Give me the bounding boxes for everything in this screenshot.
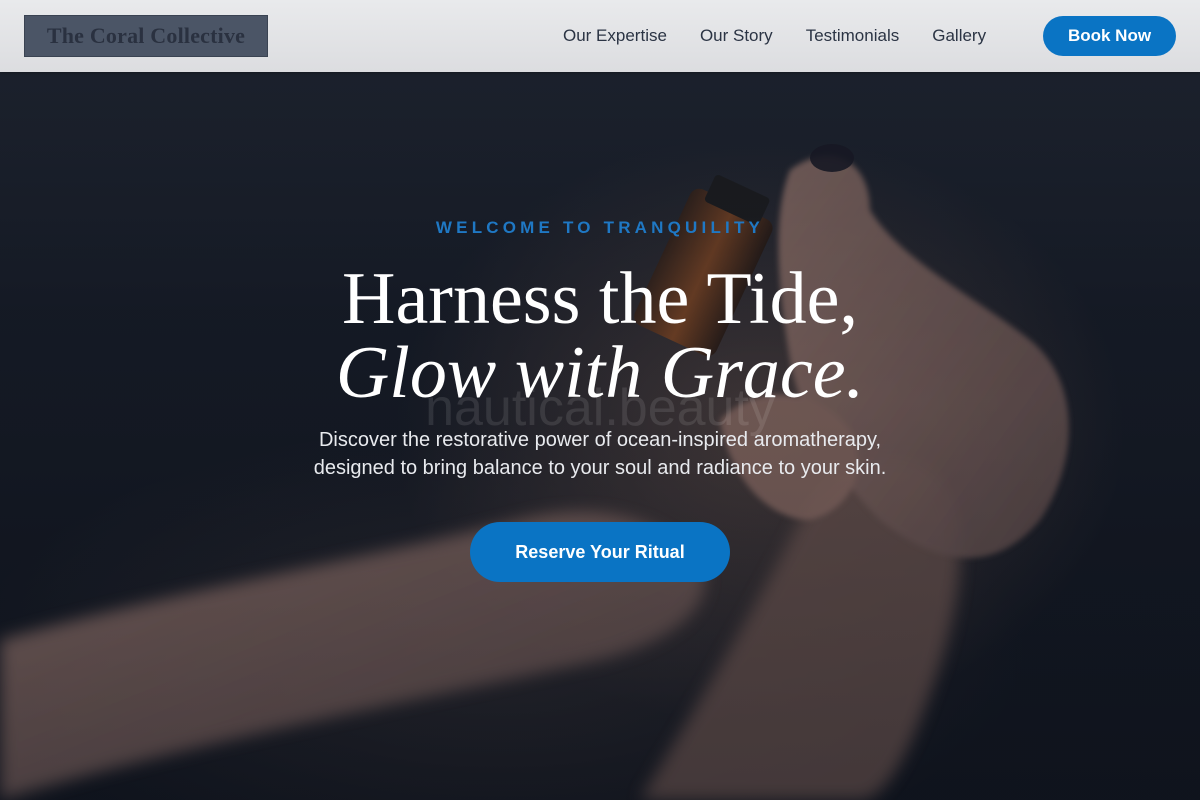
hero-headline-line2: Glow with Grace. [335, 332, 865, 414]
hero-content: WELCOME TO TRANQUILITY Harness the Tide,… [0, 0, 1200, 800]
nav-link-gallery[interactable]: Gallery [932, 26, 986, 46]
navbar: The Coral Collective Our Expertise Our S… [0, 0, 1200, 72]
hero-subtext: Discover the restorative power of ocean-… [0, 426, 1200, 482]
nav-link-testimonials[interactable]: Testimonials [806, 26, 900, 46]
hero-subtext-line2: designed to bring balance to your soul a… [313, 457, 887, 479]
nav-links: Our Expertise Our Story Testimonials Gal… [546, 0, 1002, 72]
nav-link-our-story[interactable]: Our Story [700, 26, 773, 46]
reserve-ritual-button[interactable]: Reserve Your Ritual [470, 522, 730, 582]
nav-link-our-expertise[interactable]: Our Expertise [563, 26, 667, 46]
hero-eyebrow: WELCOME TO TRANQUILITY [435, 218, 765, 237]
hero-subtext-line1: Discover the restorative power of ocean-… [318, 429, 882, 451]
brand-logo[interactable]: The Coral Collective [24, 15, 268, 57]
book-now-button[interactable]: Book Now [1043, 16, 1176, 56]
